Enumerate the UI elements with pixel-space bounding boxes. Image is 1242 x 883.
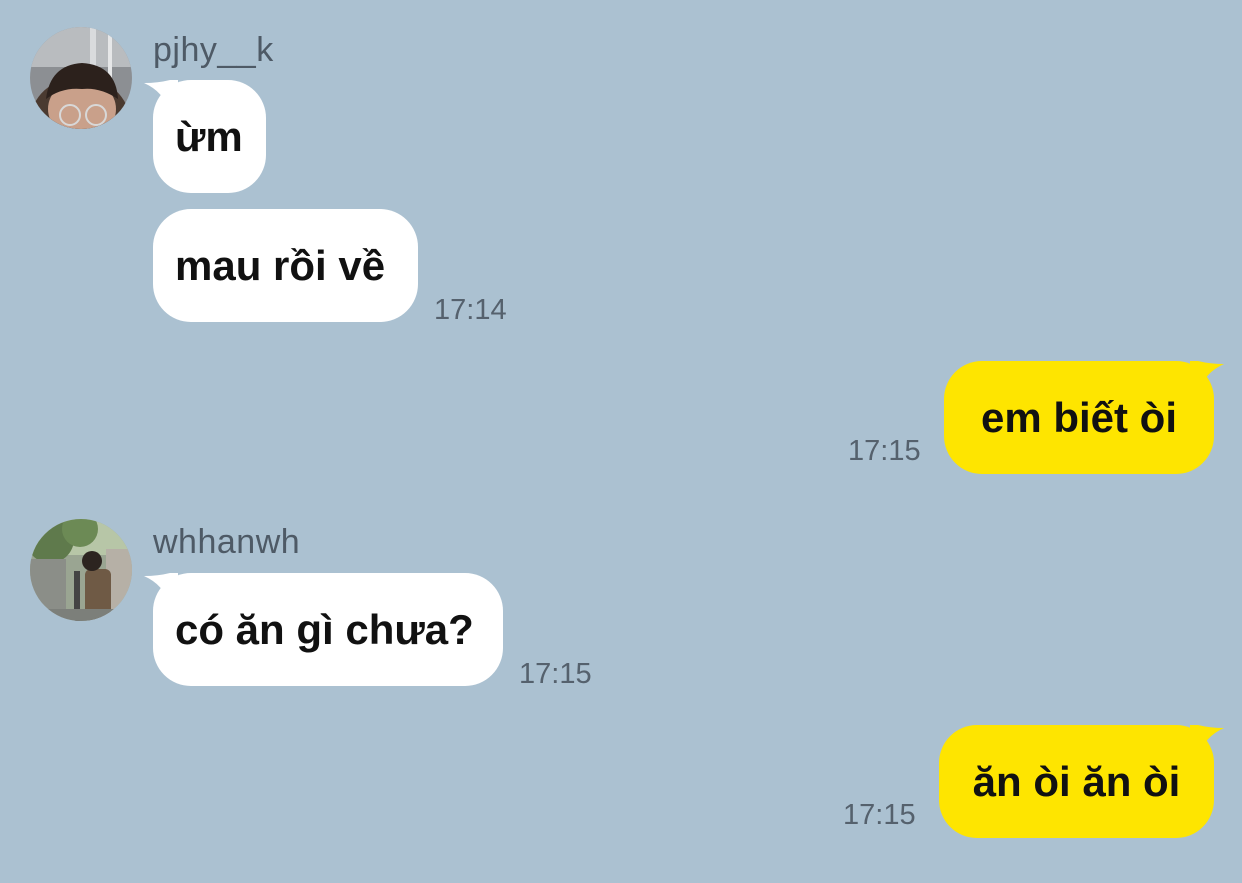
bubble-tail xyxy=(1190,361,1224,391)
message-time: 17:15 xyxy=(519,658,592,690)
message-time: 17:14 xyxy=(434,294,507,326)
message-time: 17:15 xyxy=(848,435,921,467)
message-bubble-outgoing[interactable]: ăn òi ăn òi xyxy=(939,725,1214,838)
message-bubble-incoming[interactable]: có ăn gì chưa? xyxy=(153,573,503,686)
avatar-whhanwh[interactable] xyxy=(30,519,132,621)
bubble-tail xyxy=(1190,725,1224,755)
chat-area: pjhy__k ừm mau rồi về 17:14 em biết òi 1… xyxy=(0,0,1242,883)
profile-photo-icon xyxy=(30,27,132,129)
message-bubble-incoming[interactable]: mau rồi về xyxy=(153,209,418,322)
message-time: 17:15 xyxy=(843,799,916,831)
profile-photo-icon xyxy=(30,519,132,621)
avatar-pjhy-k[interactable] xyxy=(30,27,132,129)
message-bubble-outgoing[interactable]: em biết òi xyxy=(944,361,1214,474)
sender-name: whhanwh xyxy=(153,523,301,561)
message-bubble-incoming[interactable]: ừm xyxy=(153,80,266,193)
sender-name: pjhy__k xyxy=(153,31,274,69)
